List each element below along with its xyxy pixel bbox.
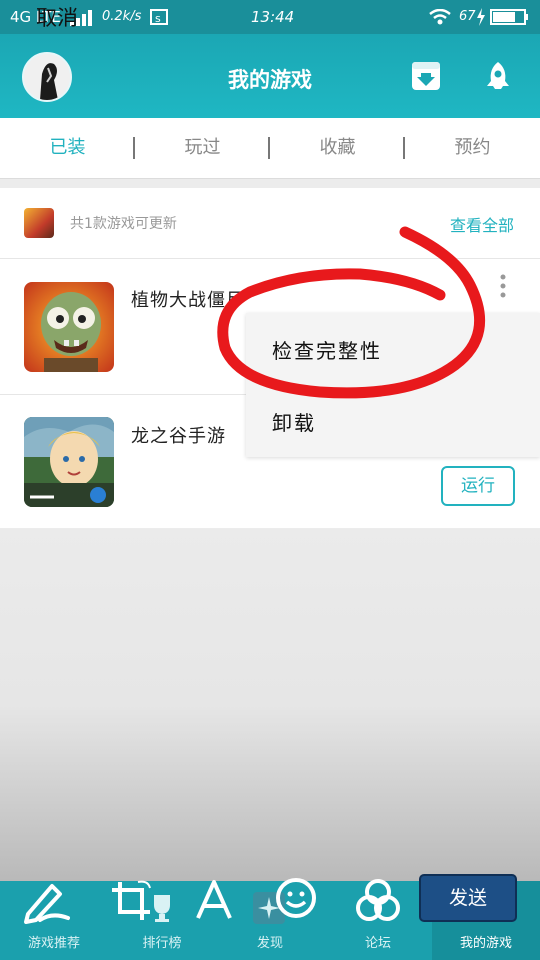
run-button[interactable]: 运行	[441, 466, 515, 506]
tab-installed[interactable]: 已装	[0, 118, 135, 178]
nav-label: 发现	[256, 936, 283, 951]
battery-icon	[490, 9, 528, 25]
nav-label: 论坛	[364, 936, 391, 951]
rocket-icon	[487, 62, 509, 89]
emoji-icon[interactable]	[274, 876, 318, 920]
status-bar: 4G LTE 0.2k/s s 13:44 67	[0, 0, 540, 34]
svg-text:s: s	[155, 12, 161, 25]
update-row[interactable]: 共1款游戏可更新 查看全部	[0, 188, 540, 259]
time-label: 13:44	[251, 8, 295, 26]
text-icon[interactable]	[194, 878, 234, 922]
nav-label: 游戏推荐	[27, 936, 80, 951]
pvz-game-icon	[24, 282, 114, 372]
nav-label: 我的游戏	[459, 936, 512, 951]
update-count-text: 共1款游戏可更新	[70, 216, 177, 232]
empty-area	[0, 529, 540, 881]
game-name: 龙之谷手游	[131, 426, 226, 447]
dragon-nest-game-icon	[24, 417, 114, 507]
more-vertical-icon[interactable]	[496, 272, 510, 302]
screenshot-icon: s	[150, 9, 168, 25]
rocket-button[interactable]	[483, 61, 513, 91]
menu-item-check-integrity[interactable]: 检查完整性	[272, 335, 382, 364]
cancel-label[interactable]: 取消	[36, 2, 78, 32]
speed-label: 0.2k/s	[102, 9, 142, 24]
context-menu: 检查完整性 卸载	[246, 313, 540, 457]
tab-favorites[interactable]: 收藏	[270, 118, 405, 178]
charging-icon	[477, 8, 485, 26]
download-box-icon	[412, 62, 440, 90]
menu-item-uninstall[interactable]: 卸载	[272, 407, 316, 436]
page-title: 我的游戏	[228, 68, 312, 92]
game-name: 植物大战僵尸	[131, 290, 245, 311]
nav-label: 排行榜	[142, 936, 182, 951]
pen-icon[interactable]	[22, 878, 72, 924]
download-button[interactable]	[411, 61, 441, 91]
tab-reserved[interactable]: 预约	[405, 118, 540, 178]
crop-icon[interactable]	[108, 878, 154, 924]
view-all-link[interactable]: 查看全部	[450, 212, 514, 236]
wifi-icon	[429, 9, 451, 25]
mosaic-icon[interactable]	[355, 878, 401, 924]
update-game-icon	[24, 208, 54, 238]
send-button[interactable]: 发送	[419, 874, 517, 922]
battery-label: 67	[459, 9, 476, 24]
header: 我的游戏	[0, 34, 540, 118]
tab-bar: 已装 玩过 收藏 预约	[0, 118, 540, 179]
tab-played[interactable]: 玩过	[135, 118, 270, 178]
